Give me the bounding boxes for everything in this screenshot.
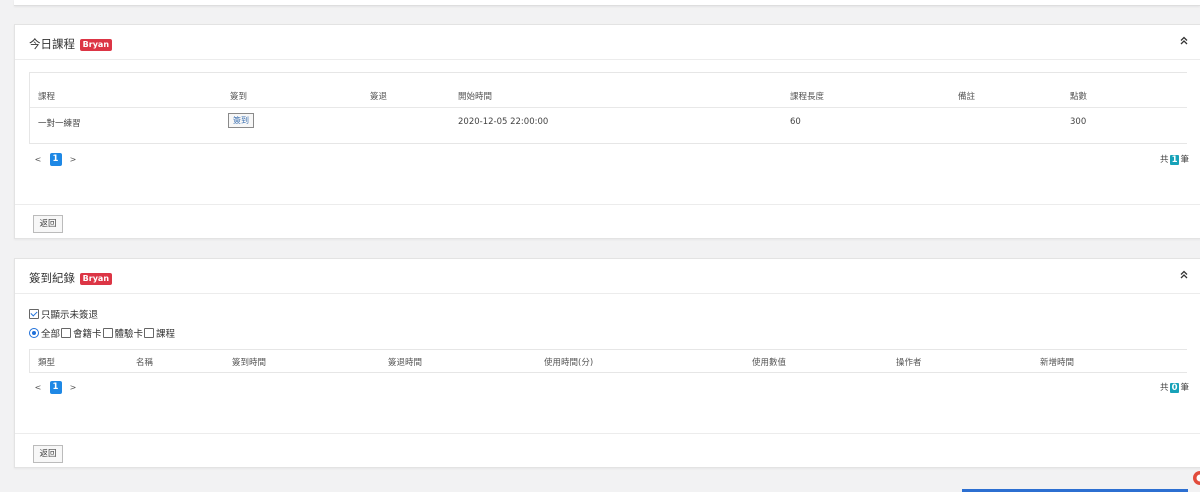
only-unsigned-checkbox[interactable] (29, 309, 39, 319)
page-1-button[interactable]: 1 (49, 380, 62, 394)
total-suffix: 筆 (1180, 383, 1189, 393)
cell-start-time: 2020-12-05 22:00:00 (458, 117, 549, 127)
footer-divider (15, 204, 1200, 205)
panel-header: 今日課程 Bryan (15, 25, 1200, 60)
total-suffix: 筆 (1180, 155, 1189, 165)
column-header-note: 備註 (958, 92, 976, 102)
pagination: < 1 > (33, 152, 78, 166)
filter-membership-label: 會籍卡 (73, 329, 102, 340)
column-header-usage-value: 使用數值 (752, 358, 787, 368)
next-page-button[interactable]: > (68, 155, 78, 164)
total-prefix: 共 (1160, 383, 1169, 393)
filter-trial-label: 體驗卡 (114, 329, 144, 340)
panel-title-text: 今日課程 (29, 37, 75, 51)
today-courses-panel: 今日課程 Bryan 課程 簽到 簽退 開始時間 課程長度 備註 點數 一對一練… (14, 24, 1200, 239)
prev-page-button[interactable]: < (33, 383, 43, 392)
column-header-points: 點數 (1070, 92, 1088, 102)
records-table: 類型 名稱 簽到時間 簽退時間 使用時間(分) 使用數值 操作者 新增時間 (29, 349, 1187, 373)
back-button[interactable]: 返回 (33, 215, 63, 233)
type-filter-group: 全部 會籍卡 體驗卡 課程 (29, 326, 176, 340)
column-header-length: 課程長度 (790, 92, 825, 102)
filter-membership-card[interactable]: 會籍卡 (61, 326, 102, 340)
cell-length: 60 (790, 117, 801, 127)
column-header-usage-minutes: 使用時間(分) (544, 358, 594, 368)
collapse-chevron-icon[interactable] (1177, 269, 1191, 283)
filter-membership-checkbox[interactable] (61, 328, 72, 338)
signin-button[interactable]: 簽到 (228, 113, 254, 128)
total-count-badge: 1 (1169, 155, 1180, 165)
only-unsigned-label: 只顯示未簽退 (41, 310, 99, 321)
prev-page-button[interactable]: < (33, 155, 43, 164)
panel-title: 今日課程 Bryan (29, 36, 113, 52)
signin-records-panel: 簽到紀錄 Bryan 只顯示未簽退 全部 會籍卡 體驗卡 課程 類型 名稱 簽到… (14, 258, 1200, 468)
column-header-created-time: 新增時間 (1040, 358, 1075, 368)
collapse-chevron-icon[interactable] (1177, 35, 1191, 49)
total-prefix: 共 (1160, 155, 1169, 165)
column-header-name: 名稱 (136, 358, 154, 368)
panel-title: 簽到紀錄 Bryan (29, 270, 113, 286)
panel-header: 簽到紀錄 Bryan (15, 259, 1200, 294)
column-header-course: 課程 (38, 92, 56, 102)
column-header-signin-time: 簽到時間 (232, 358, 267, 368)
column-header-type: 類型 (38, 358, 56, 368)
column-header-signout: 簽退 (370, 92, 388, 102)
total-count-badge: 0 (1169, 383, 1180, 393)
only-unsigned-filter[interactable]: 只顯示未簽退 (29, 307, 98, 321)
filter-all-label: 全部 (41, 329, 61, 340)
cell-course: 一對一練習 (38, 119, 81, 129)
page-1-button[interactable]: 1 (49, 152, 62, 166)
user-badge: Bryan (79, 273, 113, 285)
footer-divider (15, 433, 1200, 434)
total-count: 共1筆 (1160, 153, 1189, 165)
column-header-start-time: 開始時間 (458, 92, 493, 102)
top-panel-edge (14, 0, 1200, 6)
filter-all-radio[interactable] (29, 328, 39, 338)
panel-title-text: 簽到紀錄 (29, 271, 75, 285)
filter-course[interactable]: 課程 (144, 326, 175, 340)
back-button[interactable]: 返回 (33, 445, 63, 463)
pagination: < 1 > (33, 380, 78, 394)
filter-course-label: 課程 (156, 329, 176, 340)
column-header-signin: 簽到 (230, 92, 248, 102)
filter-all[interactable]: 全部 (29, 326, 60, 340)
column-header-operator: 操作者 (896, 358, 922, 368)
header-divider (30, 107, 1187, 108)
column-header-signout-time: 簽退時間 (388, 358, 423, 368)
floating-widget-icon[interactable] (1190, 470, 1200, 486)
courses-table: 課程 簽到 簽退 開始時間 課程長度 備註 點數 一對一練習 簽到 2020-1… (29, 72, 1187, 144)
filter-course-checkbox[interactable] (144, 328, 155, 338)
user-badge: Bryan (79, 39, 113, 51)
cell-points: 300 (1070, 117, 1087, 127)
filter-trial-card[interactable]: 體驗卡 (102, 326, 144, 340)
next-page-button[interactable]: > (68, 383, 78, 392)
total-count: 共0筆 (1160, 381, 1189, 393)
filter-trial-checkbox[interactable] (102, 328, 113, 338)
